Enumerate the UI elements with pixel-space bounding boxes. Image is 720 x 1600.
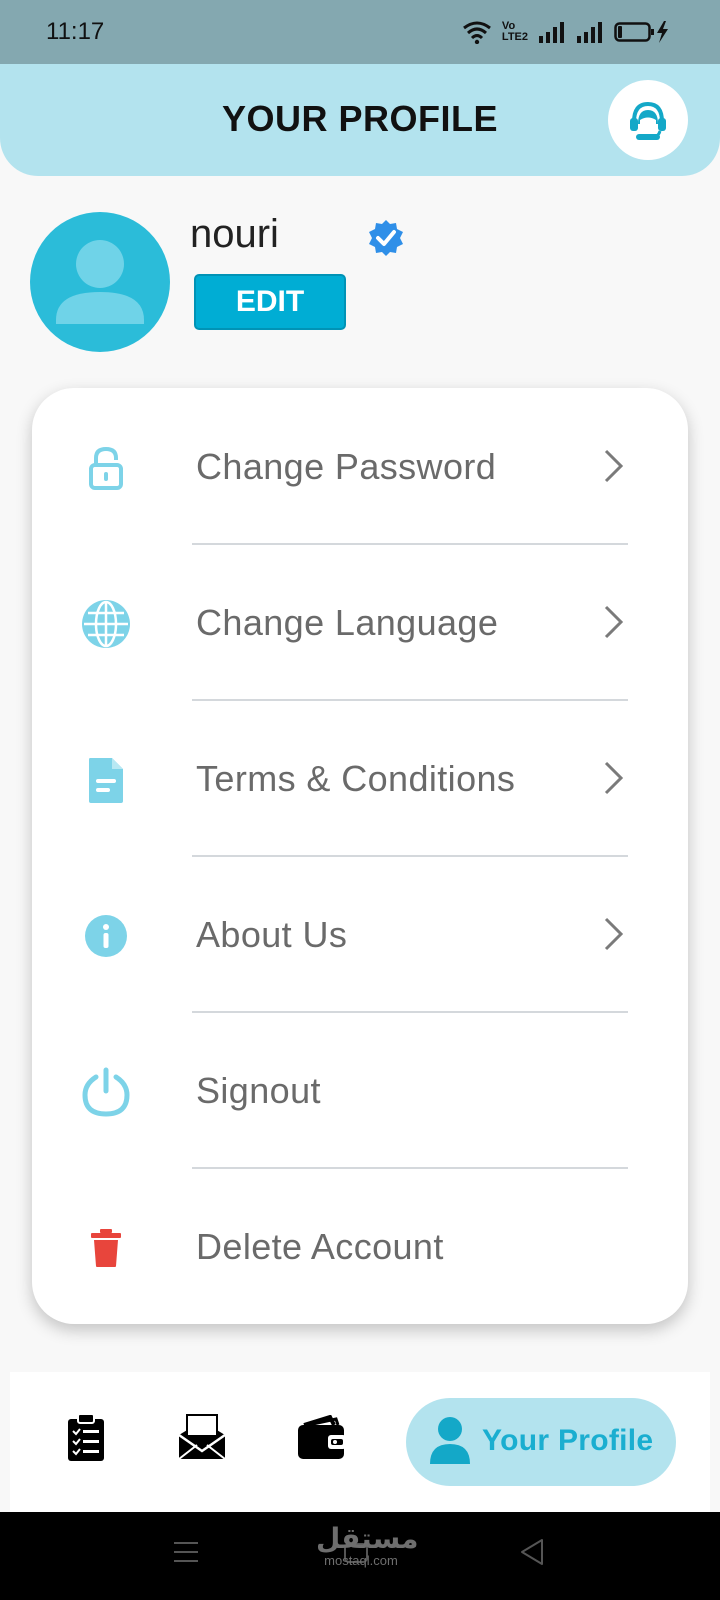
nav-tasks-button[interactable]	[60, 1410, 112, 1466]
menu-item-label: Delete Account	[196, 1226, 444, 1267]
menu-item-label: Terms & Conditions	[196, 758, 516, 799]
support-button[interactable]	[608, 80, 688, 160]
info-icon	[80, 910, 132, 962]
chevron-right-icon	[604, 761, 624, 795]
trash-icon	[80, 1222, 132, 1274]
signal-1-icon	[539, 22, 564, 43]
user-avatar-icon	[56, 240, 144, 324]
back-icon[interactable]	[518, 1536, 546, 1568]
menu-item-label: Change Language	[196, 602, 499, 643]
nav-profile-tab-active[interactable]: Your Profile	[406, 1398, 676, 1486]
watermark-latin: mostaql.com	[324, 1553, 398, 1568]
headset-support-icon	[630, 101, 666, 140]
wifi-icon	[463, 21, 491, 44]
status-time: 11:17	[46, 18, 105, 45]
edit-profile-button[interactable]: EDIT	[194, 274, 346, 330]
clipboard-checklist-icon	[68, 1413, 104, 1461]
menu-item-delete-account[interactable]: Delete Account	[32, 1168, 688, 1324]
chevron-right-icon	[604, 605, 624, 639]
signal-2-icon	[577, 22, 602, 43]
document-icon	[80, 754, 132, 806]
menu-item-signout[interactable]: Signout	[32, 1012, 688, 1169]
menu-item-terms-conditions[interactable]: Terms & Conditions	[32, 700, 688, 857]
globe-icon	[80, 598, 132, 650]
menu-icon[interactable]	[172, 1536, 200, 1568]
menu-item-label: Signout	[196, 1070, 321, 1111]
power-icon	[80, 1066, 132, 1118]
menu-item-about-us[interactable]: About Us	[32, 856, 688, 1013]
chevron-right-icon	[604, 449, 624, 483]
menu-item-change-language[interactable]: Change Language	[32, 544, 688, 701]
nav-profile-label: Your Profile	[482, 1424, 654, 1457]
volte-icon: Vo LTE2	[502, 21, 528, 43]
verified-badge-icon	[369, 220, 403, 256]
watermark-logo: مستقل mostaql.com	[316, 1523, 419, 1568]
system-navigation-bar: مستقل mostaql.com	[0, 1512, 720, 1600]
header: YOUR PROFILE	[0, 64, 720, 176]
battery-charging-icon	[614, 21, 668, 43]
menu-item-label: About Us	[196, 914, 348, 955]
nav-wallet-button[interactable]	[296, 1410, 348, 1466]
status-bar: 11:17 Vo LTE2	[0, 0, 720, 64]
mail-icon	[178, 1414, 226, 1460]
username: nouri	[190, 212, 279, 256]
volte-bottom-label: LTE2	[501, 31, 528, 43]
watermark-arabic: مستقل	[316, 1523, 419, 1554]
lock-icon	[80, 442, 132, 494]
menu-item-change-password[interactable]: Change Password	[32, 388, 688, 545]
chevron-right-icon	[604, 917, 624, 951]
person-icon	[430, 1417, 470, 1464]
bottom-navigation: Your Profile	[10, 1372, 710, 1512]
wallet-icon	[298, 1415, 346, 1459]
nav-messages-button[interactable]	[176, 1410, 228, 1466]
status-icons: Vo LTE2	[462, 20, 670, 44]
menu-item-label: Change Password	[196, 446, 497, 487]
settings-menu-card: Change Password Change Language Terms & …	[32, 388, 688, 1324]
avatar[interactable]	[30, 212, 170, 352]
